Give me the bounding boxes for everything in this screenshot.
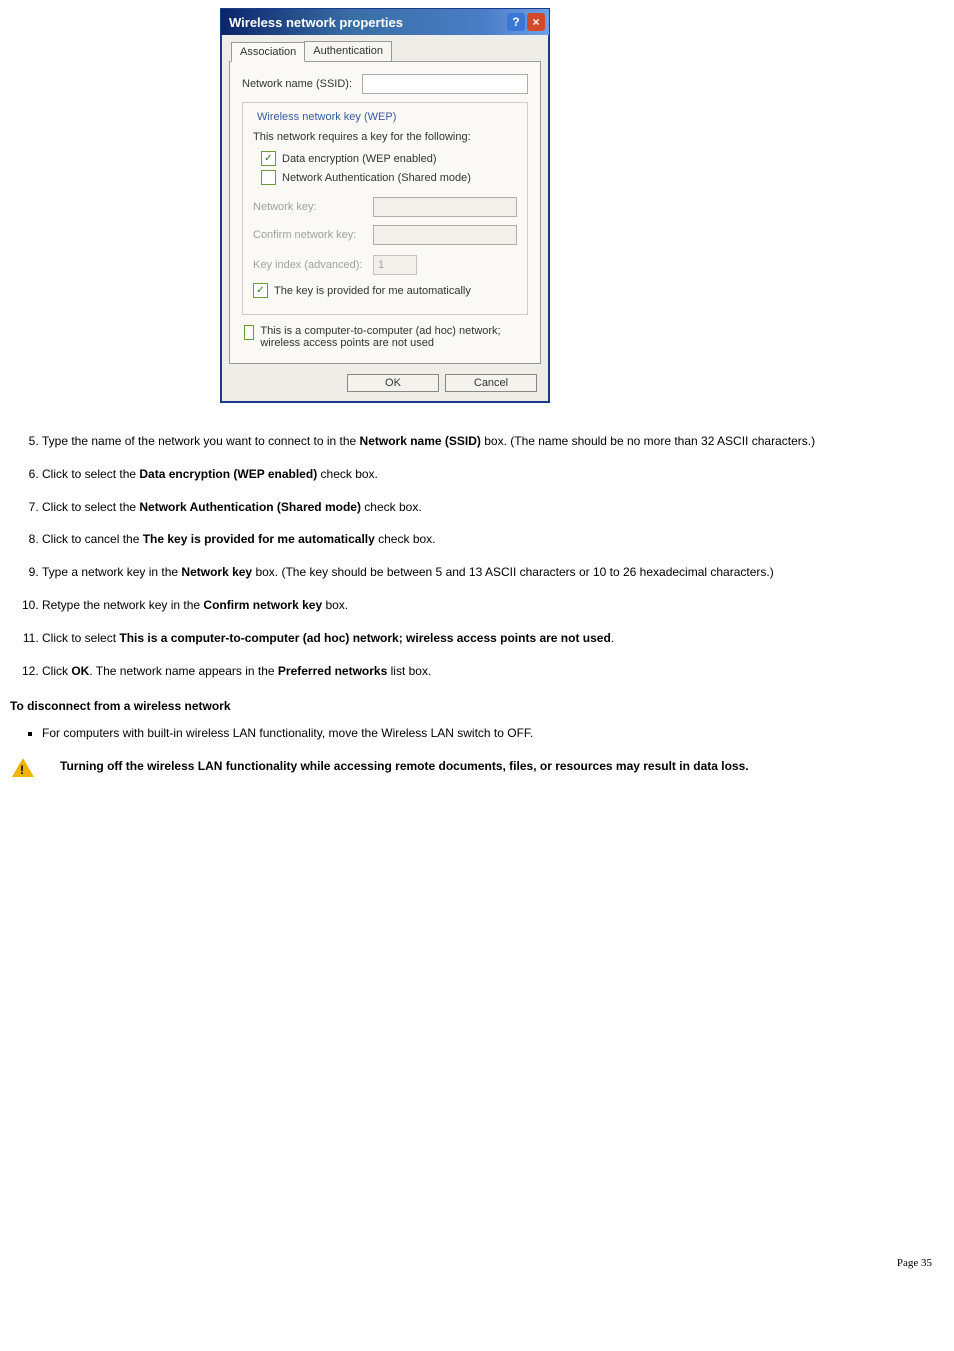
warning-icon <box>12 758 34 777</box>
checkbox-wep-label: Data encryption (WEP enabled) <box>282 153 437 165</box>
disconnect-list: For computers with built-in wireless LAN… <box>22 725 944 742</box>
help-button[interactable]: ? <box>507 13 525 31</box>
checkbox-wep-enabled[interactable]: ✓ <box>261 151 276 166</box>
checkbox-auto-key-label: The key is provided for me automatically <box>274 285 471 297</box>
warning-block: Turning off the wireless LAN functionali… <box>10 758 944 777</box>
checkbox-network-auth-label: Network Authentication (Shared mode) <box>282 172 471 184</box>
tab-strip: Association Authentication <box>231 41 541 61</box>
tab-panel-association: Network name (SSID): Wireless network ke… <box>229 61 541 364</box>
titlebar: Wireless network properties ? × <box>221 9 549 35</box>
checkbox-network-auth[interactable] <box>261 170 276 185</box>
network-key-label: Network key: <box>253 201 373 213</box>
page-number: Page 35 <box>10 1257 944 1269</box>
ssid-input[interactable] <box>362 74 528 94</box>
dialog-screenshot: Wireless network properties ? × Associat… <box>220 8 944 403</box>
disconnect-bullet: For computers with built-in wireless LAN… <box>42 725 944 742</box>
step-11: Click to select This is a computer-to-co… <box>42 630 944 647</box>
step-10: Retype the network key in the Confirm ne… <box>42 597 944 614</box>
steps-list: Type the name of the network you want to… <box>22 433 944 679</box>
cancel-button[interactable]: Cancel <box>445 374 537 392</box>
step-8: Click to cancel the The key is provided … <box>42 531 944 548</box>
warning-text: Turning off the wireless LAN functionali… <box>60 758 944 775</box>
ok-button[interactable]: OK <box>347 374 439 392</box>
step-9: Type a network key in the Network key bo… <box>42 564 944 581</box>
key-index-spinner[interactable]: 1 <box>373 255 417 275</box>
confirm-key-input[interactable] <box>373 225 517 245</box>
wireless-properties-dialog: Wireless network properties ? × Associat… <box>220 8 550 403</box>
wep-fieldset: Wireless network key (WEP) This network … <box>242 102 528 315</box>
confirm-key-label: Confirm network key: <box>253 229 373 241</box>
tab-authentication[interactable]: Authentication <box>304 41 392 61</box>
checkbox-adhoc[interactable] <box>244 325 254 340</box>
step-6: Click to select the Data encryption (WEP… <box>42 466 944 483</box>
tab-association[interactable]: Association <box>231 42 305 62</box>
window-title: Wireless network properties <box>229 15 403 30</box>
checkbox-adhoc-label: This is a computer-to-computer (ad hoc) … <box>260 325 528 349</box>
step-12: Click OK. The network name appears in th… <box>42 663 944 680</box>
close-button[interactable]: × <box>527 13 545 31</box>
wep-legend: Wireless network key (WEP) <box>253 111 400 123</box>
step-5: Type the name of the network you want to… <box>42 433 944 450</box>
step-7: Click to select the Network Authenticati… <box>42 499 944 516</box>
checkbox-auto-key[interactable]: ✓ <box>253 283 268 298</box>
network-key-input[interactable] <box>373 197 517 217</box>
requires-key-text: This network requires a key for the foll… <box>253 131 517 143</box>
key-index-label: Key index (advanced): <box>253 259 373 271</box>
ssid-label: Network name (SSID): <box>242 78 362 90</box>
disconnect-heading: To disconnect from a wireless network <box>10 699 944 713</box>
